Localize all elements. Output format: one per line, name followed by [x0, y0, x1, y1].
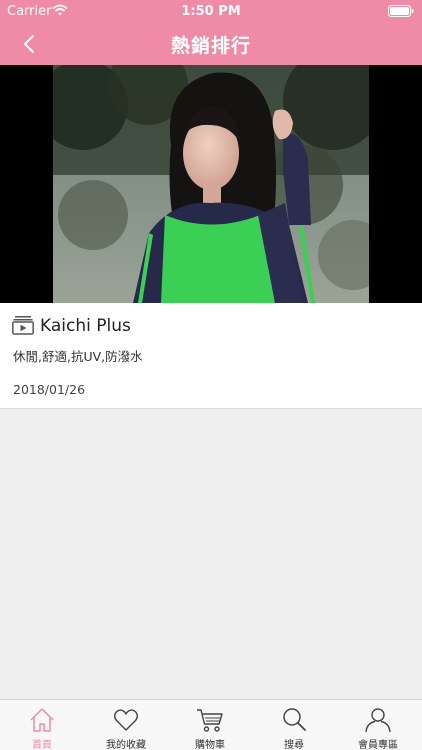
tab-bar: 首頁 我的收藏 購物車 搜尋 會員專區 [0, 699, 422, 750]
status-bar: Carrier 1:50 PM [0, 0, 422, 22]
battery-icon [388, 5, 414, 21]
product-tags: 休閒,舒適,抗UV,防潑水 [13, 349, 143, 364]
tab-label: 搜尋 [284, 740, 304, 750]
tab-label: 首頁 [32, 740, 52, 750]
product-video-thumbnail[interactable] [0, 65, 422, 303]
tab-label: 購物車 [195, 740, 225, 750]
header: Carrier 1:50 PM 熱銷排行 [0, 0, 422, 65]
video-icon [12, 315, 34, 339]
product-card[interactable]: Kaichi Plus 休閒,舒適,抗UV,防潑水 2018/01/26 [0, 303, 422, 409]
product-date: 2018/01/26 [13, 382, 86, 397]
product-photo [53, 65, 369, 303]
cart-icon [197, 709, 223, 732]
status-time: 1:50 PM [181, 4, 241, 19]
navigation-bar: 熱銷排行 [0, 22, 422, 65]
user-icon [365, 708, 391, 733]
heart-icon [114, 709, 138, 731]
tab-cart[interactable]: 購物車 [168, 700, 252, 750]
tab-search[interactable]: 搜尋 [252, 700, 336, 750]
home-icon [30, 708, 54, 732]
tab-member[interactable]: 會員專區 [336, 700, 420, 750]
tab-home[interactable]: 首頁 [0, 700, 84, 750]
product-title: Kaichi Plus [40, 316, 131, 336]
search-icon [283, 708, 306, 731]
tab-favorites[interactable]: 我的收藏 [84, 700, 168, 750]
tab-label: 我的收藏 [106, 740, 146, 750]
tab-label: 會員專區 [358, 740, 398, 750]
page-title: 熱銷排行 [170, 35, 251, 57]
